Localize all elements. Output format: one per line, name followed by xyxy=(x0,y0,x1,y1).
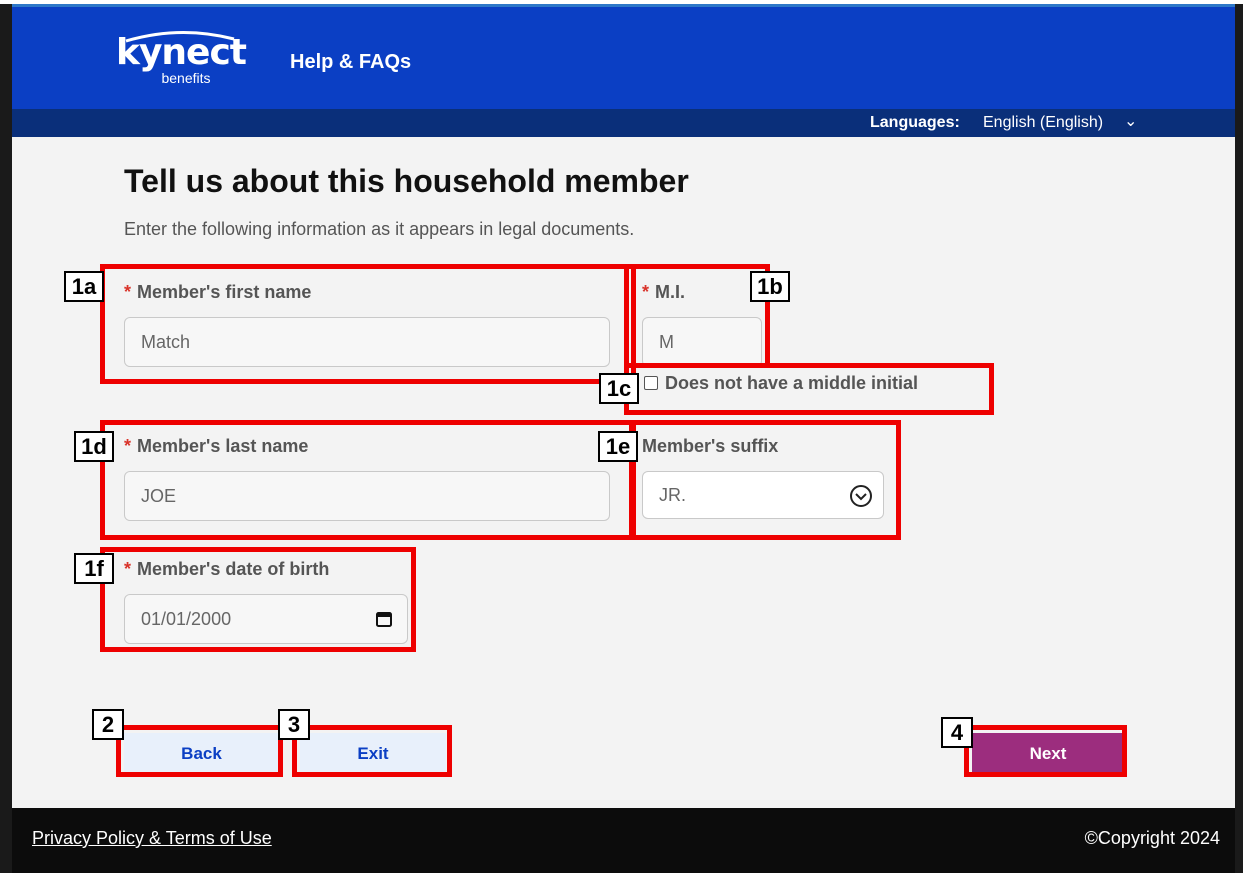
chevron-down-icon[interactable]: ⌄ xyxy=(1124,111,1137,131)
copyright-text: ©Copyright 2024 xyxy=(1084,828,1220,848)
annotation-box-1e xyxy=(629,420,901,540)
annotation-label-1f: 1f xyxy=(74,553,114,584)
window-left-border xyxy=(0,4,12,873)
site-footer: Privacy Policy & Terms of Use ©Copyright… xyxy=(12,808,1235,873)
annotation-label-1c: 1c xyxy=(599,373,639,404)
language-bar: Languages: English (English) ⌄ xyxy=(12,109,1235,137)
annotation-label-3: 3 xyxy=(278,709,310,740)
annotation-box-1a xyxy=(100,264,636,384)
page-title: Tell us about this household member xyxy=(124,163,689,199)
site-header: kynect benefits Help & FAQs xyxy=(12,7,1235,109)
annotation-box-2 xyxy=(116,725,283,777)
app-window: kynect benefits Help & FAQs Languages: E… xyxy=(0,0,1243,873)
privacy-policy-link[interactable]: Privacy Policy & Terms of Use xyxy=(32,828,272,849)
annotation-box-4 xyxy=(964,725,1127,777)
main-content: Tell us about this household member Ente… xyxy=(12,137,1235,808)
annotation-label-2: 2 xyxy=(92,709,124,740)
help-faqs-link[interactable]: Help & FAQs xyxy=(290,51,411,74)
language-select[interactable]: English (English) xyxy=(983,114,1103,132)
annotation-box-1f xyxy=(100,547,416,652)
annotation-label-1a: 1a xyxy=(64,271,104,302)
logo-swoosh-icon xyxy=(125,30,235,43)
annotation-label-1b: 1b xyxy=(750,271,790,302)
languages-label: Languages: xyxy=(870,114,960,131)
annotation-box-1c xyxy=(624,363,994,415)
annotation-label-4: 4 xyxy=(941,717,973,748)
annotation-label-1e: 1e xyxy=(598,431,638,462)
page-subtitle: Enter the following information as it ap… xyxy=(124,219,635,239)
annotation-label-1d: 1d xyxy=(74,431,114,462)
window-right-border xyxy=(1235,4,1243,873)
logo-subtext: benefits xyxy=(161,70,211,86)
kynect-logo[interactable]: kynect benefits xyxy=(116,30,247,86)
annotation-box-3 xyxy=(292,725,452,777)
annotation-box-1d xyxy=(100,420,636,540)
annotation-box-1b xyxy=(624,264,770,368)
